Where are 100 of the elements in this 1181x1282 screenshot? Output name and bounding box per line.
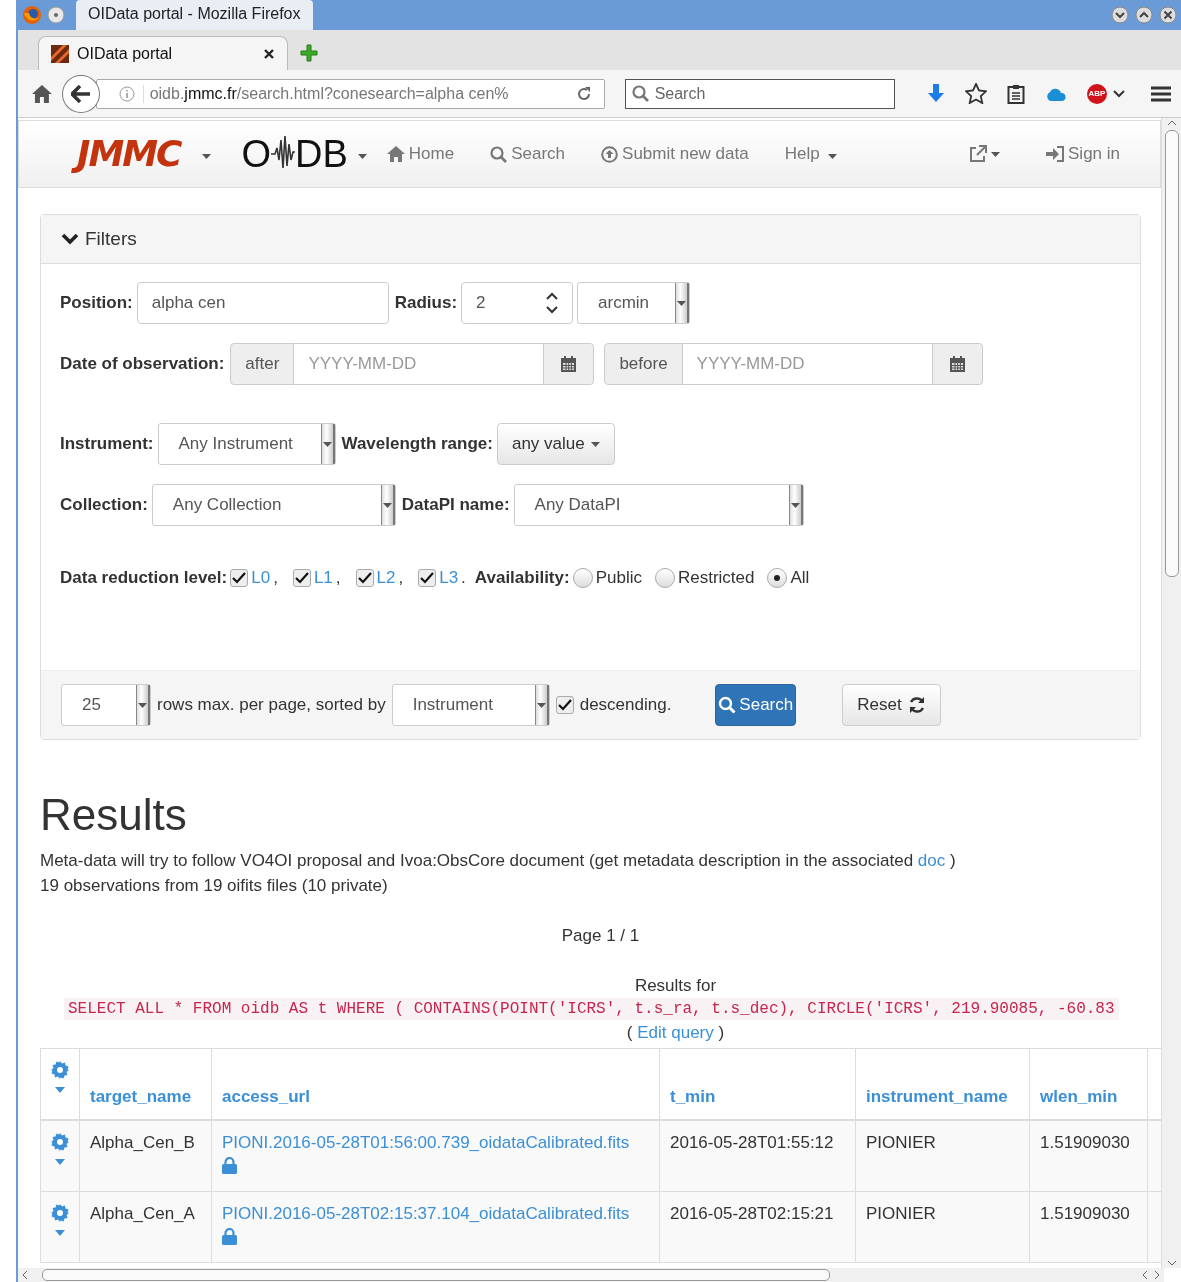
nav-link[interactable]: Help	[784, 144, 837, 164]
search-field[interactable]: Search	[624, 78, 895, 109]
rows-select[interactable]: 25	[61, 684, 151, 726]
address-bar[interactable]: oidb.jmmc.fr/search.html?conesearch=alpha cen%	[95, 78, 605, 109]
position-field[interactable]: alpha cen	[136, 282, 389, 324]
results-for-text: Results for	[634, 976, 717, 995]
spinner-icon[interactable]	[546, 291, 559, 315]
clipboard-icon[interactable]	[1007, 83, 1025, 104]
separator-text: ,	[335, 568, 341, 588]
radio-button[interactable]	[572, 568, 593, 588]
radius-field[interactable]: 2	[461, 282, 574, 324]
radio-label: Restricted	[677, 568, 755, 588]
checkbox[interactable]	[355, 569, 374, 587]
checkbox-label: descending.	[579, 695, 672, 715]
edit-query-text: ( Edit query )	[626, 1023, 725, 1042]
field-label: DataPI name:	[401, 495, 510, 515]
caret-icon	[790, 502, 800, 508]
star-icon[interactable]	[965, 83, 987, 104]
addon-label: after	[230, 343, 295, 385]
field-label: Radius:	[394, 293, 458, 313]
field-label: Data reduction level:	[60, 568, 228, 588]
search-button[interactable]: Search	[715, 684, 797, 726]
search-icon	[718, 696, 737, 714]
addon-label: before	[604, 343, 683, 385]
table-cell: 2016-05-28T01:55:12	[659, 1120, 856, 1192]
field-label: Position:	[60, 293, 133, 313]
share-menu[interactable]	[969, 145, 1001, 163]
caret-icon	[536, 702, 546, 708]
table-cell: PIONIER	[855, 1191, 1030, 1263]
wavelength-dropdown[interactable]: any value	[496, 423, 615, 465]
close-icon[interactable]	[263, 47, 275, 60]
gear-icon[interactable]	[51, 1204, 69, 1222]
gear-icon[interactable]	[51, 1133, 69, 1151]
back-button[interactable]	[61, 74, 100, 113]
sort-select[interactable]: Instrument	[391, 684, 550, 726]
checkbox[interactable]	[230, 569, 249, 587]
nav-link[interactable]: Home	[386, 144, 455, 164]
unit-select[interactable]: arcmin	[577, 282, 691, 324]
field-label: Instrument:	[60, 434, 154, 454]
collection-select[interactable]: Any Collection	[151, 484, 396, 526]
nav-link[interactable]: Submit new data	[601, 144, 749, 164]
caret-icon[interactable]	[1113, 89, 1125, 98]
menu-icon[interactable]	[1151, 85, 1171, 102]
adblock-icon[interactable]: ABP	[1087, 83, 1107, 104]
caret-icon	[590, 441, 600, 447]
gear-icon[interactable]	[51, 1061, 69, 1079]
new-tab-icon[interactable]	[300, 44, 318, 62]
calendar-icon[interactable]	[560, 355, 578, 373]
scroll-left-icon[interactable]	[22, 1270, 28, 1280]
table-cell: 1.51909030	[1029, 1191, 1148, 1263]
separator-text: ,	[398, 568, 404, 588]
vertical-scrollbar[interactable]	[1161, 118, 1181, 1268]
radio-button[interactable]	[767, 568, 788, 588]
caret-icon	[991, 151, 1001, 157]
scroll-right-icon[interactable]	[1154, 1270, 1160, 1280]
sign-in-link[interactable]: Sign in	[1046, 144, 1120, 164]
instrument-select[interactable]: Any Instrument	[157, 423, 336, 465]
checkbox[interactable]	[292, 569, 311, 587]
scroll-up-icon[interactable]	[1166, 120, 1177, 126]
date-field[interactable]: YYYY-MM-DD	[294, 343, 545, 385]
calendar-icon[interactable]	[948, 355, 966, 373]
close-icon[interactable]	[1159, 6, 1177, 24]
edit-query-link[interactable]: Edit query	[637, 1023, 714, 1042]
reload-icon[interactable]	[575, 85, 592, 102]
upload-icon	[601, 145, 619, 163]
horizontal-scrollbar[interactable]	[18, 1268, 1164, 1282]
checkbox[interactable]	[418, 569, 437, 587]
radio-label: All	[790, 568, 810, 588]
scroll-down-icon[interactable]	[1166, 1260, 1177, 1266]
datapi-select[interactable]: Any DataPI	[513, 484, 804, 526]
home-icon[interactable]	[32, 84, 52, 103]
brand-logo[interactable]: O DB	[241, 126, 348, 182]
caret-icon	[382, 502, 392, 508]
field-label: Collection:	[60, 495, 148, 515]
browser-tab[interactable]: OIData portal	[38, 36, 288, 70]
reset-button[interactable]: Reset	[842, 684, 941, 726]
minimize-icon[interactable]	[1111, 6, 1129, 24]
nav-link[interactable]: Search	[490, 144, 566, 164]
search-icon	[490, 145, 508, 163]
scroll-left-icon[interactable]	[1142, 1270, 1148, 1280]
field-label: Wavelength range:	[341, 434, 493, 454]
radio-button[interactable]	[654, 568, 675, 588]
date-field[interactable]: YYYY-MM-DD	[682, 343, 933, 385]
caret-icon	[202, 154, 212, 159]
doc-link[interactable]: doc	[917, 851, 946, 870]
checkbox[interactable]	[555, 696, 574, 714]
level-label: L0	[251, 568, 271, 588]
filters-toggle[interactable]: Filters	[41, 215, 1140, 264]
site-favicon	[51, 44, 69, 63]
field-label: Date of observation:	[60, 354, 225, 374]
table-cell: Alpha_Cen_B	[79, 1120, 212, 1192]
description-text: Meta-data will try to follow VO4OI proposal and Ivoa:ObsCore document (get metadata description in the associated doc )	[40, 850, 957, 872]
share-icon	[969, 145, 988, 163]
level-label: L3	[439, 568, 459, 588]
maximize-icon[interactable]	[1135, 6, 1153, 24]
cloud-icon[interactable]	[1045, 86, 1067, 101]
chevron-icon	[61, 233, 79, 245]
count-text: 19 observations from 19 oifits files (10 private)	[40, 875, 389, 897]
download-icon[interactable]	[927, 83, 945, 104]
window-menu-icon[interactable]	[46, 5, 66, 25]
